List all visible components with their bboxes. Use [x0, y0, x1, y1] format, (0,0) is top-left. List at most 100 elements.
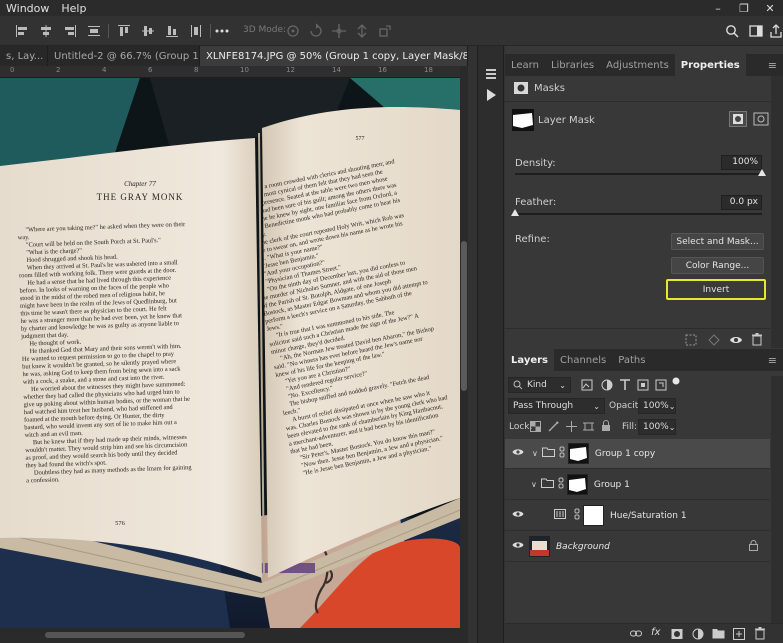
close-window-button[interactable]: ✕	[757, 0, 783, 16]
properties-scrollbar[interactable]	[771, 76, 783, 348]
layer-thumbnail[interactable]	[529, 536, 550, 557]
lock-pixels-icon[interactable]	[548, 421, 559, 432]
load-selection-icon[interactable]	[685, 334, 697, 346]
3d-roll-icon[interactable]	[308, 23, 324, 39]
feather-slider-knob[interactable]	[511, 209, 519, 216]
lock-artboard-icon[interactable]	[583, 421, 594, 432]
density-slider-knob[interactable]	[758, 169, 766, 176]
tab-doc-3[interactable]: XLNFE8174.JPG @ 50% (Group 1 copy, Layer…	[200, 46, 468, 66]
3d-orbit-icon[interactable]	[285, 23, 301, 39]
lock-position-icon[interactable]	[566, 421, 577, 432]
density-field[interactable]: 100%	[721, 155, 762, 170]
align-right-icon[interactable]	[62, 23, 78, 39]
minimize-button[interactable]: –	[705, 0, 731, 16]
vector-mask-icon[interactable]	[753, 112, 769, 126]
tab-layers[interactable]: Layers	[505, 349, 554, 371]
3d-pan-icon[interactable]	[331, 23, 347, 39]
align-center-h-icon[interactable]	[38, 23, 54, 39]
filter-adjustment-icon[interactable]	[601, 379, 613, 391]
layer-mask-thumbnail[interactable]	[566, 474, 588, 495]
filter-shape-icon[interactable]	[637, 379, 649, 391]
horizontal-scroll-thumb[interactable]	[45, 632, 245, 638]
layer-name[interactable]: Group 1	[594, 480, 630, 490]
document-canvas[interactable]: Chapter 77 THE GRAY MONK "Where are you …	[0, 78, 460, 628]
filter-type-icon[interactable]	[619, 378, 631, 391]
layers-scrollbar[interactable]	[771, 376, 783, 623]
group-expand-icon[interactable]: ∨	[531, 480, 537, 489]
visibility-eye-icon[interactable]	[512, 540, 524, 553]
visibility-eye-icon[interactable]	[512, 447, 524, 460]
mask-link-icon[interactable]	[574, 508, 580, 523]
layer-name[interactable]: Hue/Saturation 1	[610, 511, 687, 521]
new-layer-icon[interactable]	[733, 628, 745, 640]
fx-icon[interactable]: fx	[651, 627, 660, 638]
fill-field[interactable]: 100% ⌄	[638, 419, 676, 435]
add-mask-icon[interactable]	[671, 628, 683, 640]
pixel-mask-icon[interactable]	[729, 111, 747, 127]
tab-paths[interactable]: Paths	[612, 349, 651, 371]
layer-name[interactable]: Group 1 copy	[595, 449, 655, 459]
layer-row-background[interactable]: Background	[505, 532, 770, 562]
visibility-eye-icon[interactable]	[512, 509, 524, 522]
adjustment-icon[interactable]	[692, 628, 704, 640]
link-icon[interactable]	[630, 628, 642, 640]
vertical-scrollbar[interactable]	[460, 66, 468, 628]
filter-toggle-icon[interactable]	[672, 377, 680, 385]
blend-mode-dropdown[interactable]: Pass Through ⌄	[508, 398, 605, 414]
layer-row-hue-saturation-1[interactable]: Hue/Saturation 1	[505, 501, 770, 531]
opacity-field[interactable]: 100% ⌄	[638, 398, 676, 414]
menu-window[interactable]: Window	[0, 2, 55, 15]
visibility-eye-icon[interactable]	[729, 334, 743, 346]
vertical-scroll-thumb[interactable]	[461, 241, 467, 391]
density-slider[interactable]	[515, 173, 762, 175]
layer-mask-thumbnail[interactable]	[583, 505, 604, 526]
tab-properties[interactable]: Properties	[674, 54, 746, 76]
distribute-h-icon[interactable]	[86, 23, 102, 39]
color-range-button[interactable]: Color Range...	[671, 257, 764, 274]
share-icon[interactable]	[768, 23, 783, 39]
distribute-v-icon[interactable]	[188, 23, 204, 39]
layer-row-group-1-copy[interactable]: ∨ Group 1 copy	[505, 439, 770, 469]
more-options-icon[interactable]	[214, 23, 230, 39]
invert-button[interactable]: Invert	[666, 279, 766, 300]
feather-slider[interactable]	[515, 213, 762, 215]
mask-link-icon[interactable]	[558, 477, 564, 492]
workspace-icon[interactable]	[748, 23, 764, 39]
panel-menu-icon[interactable]: ≡	[768, 59, 777, 72]
filter-pixel-icon[interactable]	[581, 379, 593, 391]
align-middle-icon[interactable]	[140, 23, 156, 39]
lock-transparent-icon[interactable]	[530, 421, 541, 432]
layer-mask-thumbnail[interactable]	[567, 443, 589, 464]
filter-smart-object-icon[interactable]	[655, 379, 667, 391]
new-group-icon[interactable]	[712, 628, 725, 639]
menu-help[interactable]: Help	[55, 2, 92, 15]
select-and-mask-button[interactable]: Select and Mask...	[671, 233, 764, 250]
3d-scale-icon[interactable]	[377, 23, 393, 39]
tab-doc-2[interactable]: Untitled-2 @ 66.7% (Group 1, R...×	[48, 46, 200, 66]
align-top-icon[interactable]	[116, 23, 132, 39]
layers-panel-menu-icon[interactable]: ≡	[768, 354, 777, 367]
align-left-icon[interactable]	[14, 23, 30, 39]
layer-row-group-1[interactable]: ∨ Group 1	[505, 470, 770, 500]
layer-name[interactable]: Background	[556, 542, 610, 552]
restore-button[interactable]: ❐	[731, 0, 757, 16]
lock-all-icon[interactable]	[601, 420, 611, 432]
layer-kind-filter[interactable]: Kind ⌄	[508, 377, 571, 393]
tab-doc-1[interactable]: s, Lay...×	[0, 46, 48, 66]
delete-mask-icon[interactable]	[751, 333, 763, 346]
tab-channels[interactable]: Channels	[554, 349, 612, 371]
group-expand-icon[interactable]: ∨	[532, 449, 538, 458]
align-bottom-icon[interactable]	[164, 23, 180, 39]
history-icon[interactable]	[484, 68, 498, 82]
horizontal-scrollbar[interactable]	[0, 628, 468, 643]
tab-adjustments[interactable]: Adjustments	[600, 54, 675, 76]
mask-link-icon[interactable]	[559, 446, 565, 461]
search-icon[interactable]	[724, 23, 740, 39]
feather-field[interactable]: 0.0 px	[721, 195, 762, 210]
tab-libraries[interactable]: Libraries	[545, 54, 600, 76]
apply-mask-icon[interactable]	[708, 334, 720, 346]
play-icon[interactable]	[484, 88, 498, 102]
3d-slide-icon[interactable]	[354, 23, 370, 39]
tab-learn[interactable]: Learn	[505, 54, 545, 76]
trash-icon[interactable]	[754, 627, 766, 640]
